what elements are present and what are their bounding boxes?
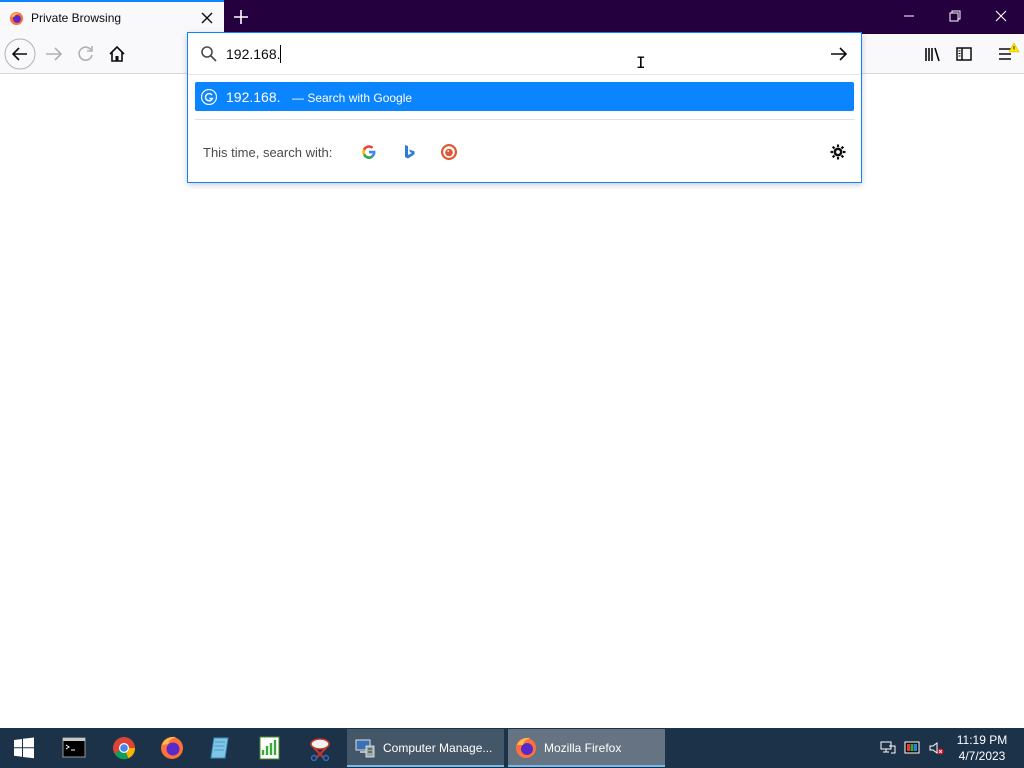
close-window-icon[interactable] [978, 0, 1024, 34]
chrome-icon[interactable] [100, 728, 148, 768]
minimize-icon[interactable] [886, 0, 932, 34]
back-icon[interactable] [4, 38, 36, 70]
url-dropdown-panel: 192.168. 192.168. — Search with Google T… [187, 32, 862, 183]
close-tab-icon[interactable] [198, 9, 216, 27]
clock-date: 4/7/2023 [958, 749, 1006, 763]
firefox-favicon-icon [9, 11, 24, 26]
divider [195, 119, 854, 120]
new-tab-icon[interactable] [230, 6, 252, 28]
display-color-icon[interactable] [904, 740, 920, 756]
windows-start-icon[interactable] [0, 728, 48, 768]
task-label: Computer Manage... [383, 741, 493, 755]
reload-icon[interactable] [70, 38, 102, 70]
computer-management-icon [355, 739, 375, 758]
google-icon[interactable] [360, 143, 378, 161]
snipping-tool-icon[interactable] [296, 728, 344, 768]
firefox-icon [516, 737, 536, 758]
task-label: Mozilla Firefox [544, 741, 622, 755]
tab-title: Private Browsing [31, 11, 122, 25]
network-icon[interactable] [880, 740, 896, 756]
taskbar-task-computer-management[interactable]: Computer Manage... [347, 729, 504, 767]
spreadsheet-app-icon[interactable] [246, 728, 294, 768]
forward-icon[interactable] [38, 38, 70, 70]
suggestion-query: 192.168. [226, 89, 281, 105]
sidebar-icon[interactable] [948, 38, 980, 70]
system-clock[interactable]: 11:19 PM 4/7/2023 [950, 732, 1014, 764]
suggestion-action: — Search with Google [292, 91, 413, 105]
url-input-text[interactable]: 192.168. [226, 46, 281, 62]
bing-icon[interactable] [400, 143, 418, 161]
tab-private-browsing[interactable]: Private Browsing [0, 0, 224, 34]
url-bar[interactable]: 192.168. [188, 33, 861, 75]
search-icon [201, 46, 217, 62]
volume-muted-icon[interactable] [928, 740, 944, 756]
search-suggestion-row[interactable]: 192.168. — Search with Google [195, 82, 854, 111]
duckduckgo-icon[interactable] [440, 143, 458, 161]
firefox-icon[interactable] [148, 728, 196, 768]
text-cursor-ibeam: I [636, 53, 646, 72]
home-icon[interactable] [101, 38, 133, 70]
library-icon[interactable] [916, 38, 948, 70]
command-prompt-icon[interactable] [50, 728, 98, 768]
menu-icon[interactable] [990, 38, 1022, 70]
tab-bar: Private Browsing [0, 0, 1024, 34]
go-arrow-icon[interactable] [828, 45, 850, 63]
one-off-search-label: This time, search with: [203, 145, 333, 160]
google-icon [201, 89, 217, 105]
taskbar-task-mozilla-firefox[interactable]: Mozilla Firefox [508, 729, 665, 767]
clock-time: 11:19 PM [956, 733, 1008, 747]
notepad-app-icon[interactable] [197, 728, 245, 768]
restore-icon[interactable] [932, 0, 978, 34]
gear-icon[interactable] [829, 143, 847, 161]
text-caret [280, 45, 281, 63]
windows-taskbar: Computer Manage... Mozilla Firefox 11:19… [0, 728, 1024, 768]
